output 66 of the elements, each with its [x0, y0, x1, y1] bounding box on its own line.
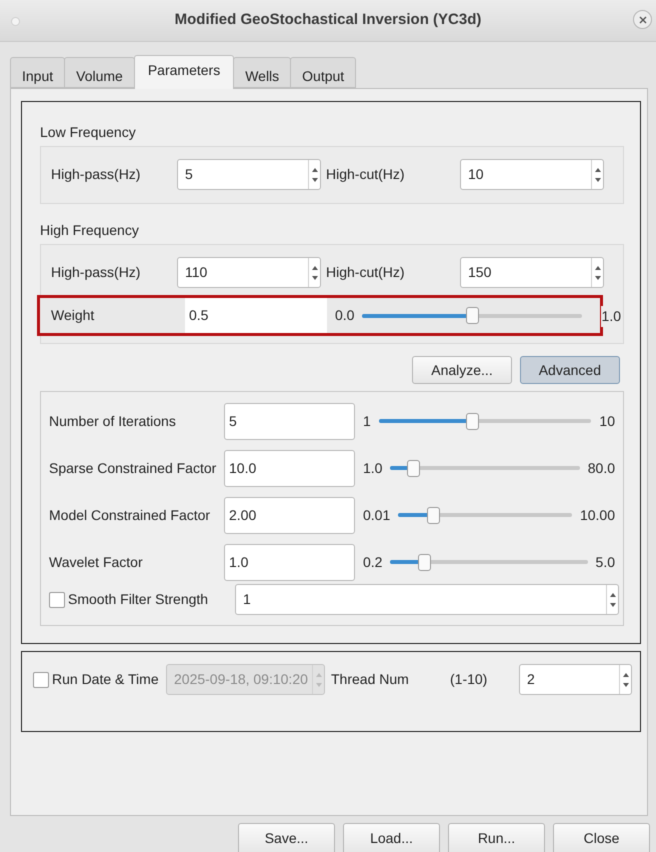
field-label: Thread Num: [331, 670, 410, 689]
checkbox-label: Smooth Filter Strength: [68, 590, 210, 609]
field-label: High-pass(Hz): [50, 263, 142, 282]
checkbox[interactable]: [49, 592, 65, 608]
field-label: Wavelet Factor: [49, 552, 144, 572]
group-title: Low Frequency: [40, 123, 137, 142]
spin-box[interactable]: 10: [460, 159, 604, 190]
spin-arrows-icon[interactable]: [310, 264, 318, 282]
slider-handle[interactable]: [466, 412, 480, 430]
field-label: Sparse Constrained Factor: [49, 458, 218, 478]
spin-arrows-icon[interactable]: [310, 166, 318, 184]
slider[interactable]: [390, 460, 580, 476]
range-min-label: 1: [363, 412, 371, 430]
range-min-label: 0.2: [363, 552, 382, 572]
spin-box[interactable]: 150: [460, 257, 604, 288]
tab[interactable]: Parameters: [134, 55, 234, 89]
range-max-label: 10.00: [580, 506, 615, 524]
checkbox-label: Run Date & Time: [52, 670, 160, 689]
input-field[interactable]: 1.0: [224, 544, 355, 580]
spin-box[interactable]: 110: [177, 257, 321, 288]
action-button[interactable]: Analyze...: [412, 356, 512, 384]
field-label: Weight: [50, 306, 96, 325]
slider-handle[interactable]: [407, 460, 420, 476]
footer-button[interactable]: Run...: [448, 823, 545, 852]
slider-handle[interactable]: [466, 307, 480, 324]
range-min-label: 0.0: [335, 306, 354, 325]
close-icon[interactable]: [633, 10, 652, 29]
slider[interactable]: [362, 307, 582, 324]
footer-button[interactable]: Close: [553, 823, 650, 852]
group-title: High Frequency: [40, 221, 140, 240]
footer-button[interactable]: Save...: [238, 823, 335, 852]
slider[interactable]: [390, 554, 588, 570]
range-min-label: 1.0: [363, 458, 382, 478]
spin-arrows-icon[interactable]: [622, 670, 630, 688]
slider[interactable]: [378, 412, 592, 430]
field-label: Number of Iterations: [49, 412, 177, 430]
spin-arrows-icon[interactable]: [608, 590, 616, 608]
field-label: High-cut(Hz): [325, 263, 406, 282]
spin-box[interactable]: 5: [177, 159, 321, 190]
range-max-label: 5.0: [596, 552, 615, 572]
spin-box[interactable]: 1: [235, 584, 619, 615]
field-label: High-pass(Hz): [50, 165, 142, 184]
tab[interactable]: Input: [10, 57, 66, 88]
window-title: Modified GeoStochastical Inversion (YC3d): [174, 10, 482, 30]
spin-arrows-icon[interactable]: [594, 264, 602, 282]
input-field[interactable]: 5: [224, 402, 355, 440]
field-label: High-cut(Hz): [325, 165, 406, 184]
range-max-label: 10: [599, 412, 615, 430]
tab[interactable]: Wells: [233, 57, 292, 88]
field-label: Model Constrained Factor: [49, 506, 212, 524]
action-button[interactable]: Advanced: [520, 356, 620, 384]
slider-handle[interactable]: [418, 554, 431, 570]
input-field[interactable]: 10.0: [224, 450, 355, 486]
slider-handle[interactable]: [426, 506, 440, 524]
spin-arrows-icon[interactable]: [594, 166, 602, 184]
input-field[interactable]: 2.00: [224, 496, 355, 534]
range-label: (1-10): [450, 670, 488, 689]
tab[interactable]: Volume: [64, 57, 135, 88]
input-field[interactable]: 0.5: [185, 298, 327, 333]
tab[interactable]: Output: [290, 57, 356, 88]
slider[interactable]: [398, 506, 572, 524]
range-max-label: 1.0: [600, 306, 622, 327]
spin-box[interactable]: 2: [519, 664, 632, 695]
range-max-label: 80.0: [588, 458, 615, 478]
range-min-label: 0.01: [363, 506, 390, 524]
footer-button[interactable]: Load...: [343, 823, 440, 852]
